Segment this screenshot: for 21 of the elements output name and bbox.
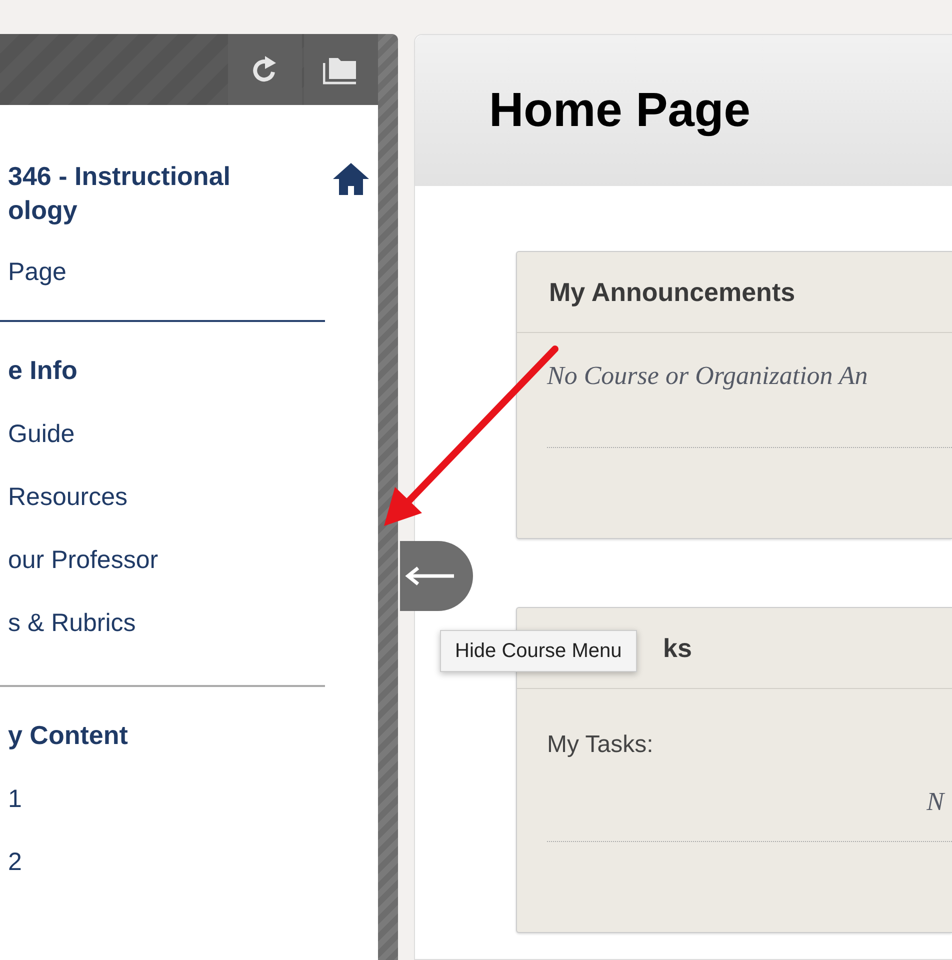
module-title: My Announcements: [517, 252, 952, 333]
course-title[interactable]: 346 - Instructional ology: [8, 159, 230, 227]
module-label: My Tasks:: [547, 731, 654, 759]
menu-link[interactable]: our Professor: [8, 545, 158, 575]
page-title: Home Page: [489, 83, 750, 138]
menu-link[interactable]: s & Rubrics: [8, 608, 136, 638]
home-icon[interactable]: [332, 162, 370, 196]
menu-link[interactable]: Page: [8, 257, 66, 287]
menu-heading[interactable]: y Content: [8, 719, 128, 751]
folder-button[interactable]: [304, 34, 378, 105]
menu-link[interactable]: Resources: [8, 482, 128, 512]
empty-notice: No Course or Organization An: [547, 361, 868, 391]
empty-notice: N: [926, 787, 946, 817]
menu-link[interactable]: Guide: [8, 419, 75, 449]
menu-link[interactable]: 1: [8, 784, 22, 814]
refresh-button[interactable]: [228, 34, 302, 105]
menu-link[interactable]: 2: [8, 847, 22, 877]
left-arrow-icon: [404, 566, 456, 586]
menu-heading[interactable]: e Info: [8, 354, 78, 386]
tooltip: Hide Course Menu: [440, 630, 637, 672]
collapse-button[interactable]: [400, 541, 473, 611]
